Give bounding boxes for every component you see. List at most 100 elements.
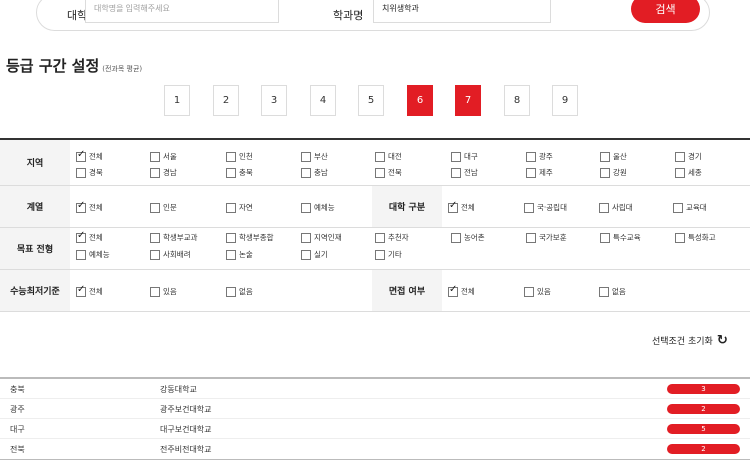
checkbox[interactable] <box>76 149 86 162</box>
region-option-4[interactable]: 대전 <box>375 151 402 162</box>
region-option-10[interactable]: 경남 <box>150 167 177 178</box>
checkbox[interactable] <box>448 284 458 297</box>
region-option-1[interactable]: 서울 <box>150 151 177 162</box>
checkbox[interactable] <box>301 232 311 243</box>
result-university-name[interactable]: 전주비전대학교 <box>160 444 212 455</box>
checkbox[interactable] <box>226 232 236 243</box>
checkbox[interactable] <box>301 167 311 178</box>
checkbox[interactable] <box>76 167 86 178</box>
checkbox[interactable] <box>150 151 160 162</box>
region-option-17[interactable]: 세종 <box>675 167 702 178</box>
checkbox[interactable] <box>599 202 609 213</box>
admission-option-4[interactable]: 추천자 <box>375 232 409 243</box>
track-option-1[interactable]: 인문 <box>150 202 177 213</box>
checkbox[interactable] <box>526 151 536 162</box>
region-option-13[interactable]: 전북 <box>375 167 402 178</box>
grade-button-7[interactable]: 7 <box>455 85 481 116</box>
checkbox[interactable] <box>600 167 610 178</box>
admission-option-2[interactable]: 학생부종합 <box>226 232 274 243</box>
admission-option-10[interactable]: 사회배려 <box>150 249 191 260</box>
reset-filters-button[interactable]: 선택조건 초기화 ↻ <box>652 333 728 348</box>
checkbox[interactable] <box>451 167 461 178</box>
checkbox[interactable] <box>301 249 311 260</box>
region-option-6[interactable]: 광주 <box>526 151 553 162</box>
search-button[interactable]: 검색 <box>631 0 700 23</box>
admission-option-8[interactable]: 특성화고 <box>675 232 716 243</box>
checkbox[interactable] <box>675 151 685 162</box>
region-option-9[interactable]: 경북 <box>76 167 103 178</box>
checkbox[interactable] <box>226 151 236 162</box>
admission-option-13[interactable]: 기타 <box>375 249 402 260</box>
region-option-14[interactable]: 전남 <box>451 167 478 178</box>
grade-button-9[interactable]: 9 <box>552 85 578 116</box>
region-option-2[interactable]: 인천 <box>226 151 253 162</box>
grade-button-6[interactable]: 6 <box>407 85 433 116</box>
region-option-8[interactable]: 경기 <box>675 151 702 162</box>
checkbox[interactable] <box>675 232 685 243</box>
admission-option-11[interactable]: 논술 <box>226 249 253 260</box>
checkbox[interactable] <box>76 249 86 260</box>
result-university-name[interactable]: 강동대학교 <box>160 384 197 395</box>
checkbox[interactable] <box>599 286 609 297</box>
checkbox[interactable] <box>226 202 236 213</box>
checkbox[interactable] <box>76 230 86 243</box>
region-option-12[interactable]: 충남 <box>301 167 328 178</box>
admission-option-1[interactable]: 학생부교과 <box>150 232 198 243</box>
checkbox[interactable] <box>524 286 534 297</box>
checkbox[interactable] <box>448 200 458 213</box>
admission-option-9[interactable]: 예체능 <box>76 249 110 260</box>
region-option-0[interactable]: 전체 <box>76 149 103 162</box>
interview-option-0[interactable]: 전체 <box>448 284 475 297</box>
result-university-name[interactable]: 광주보건대학교 <box>160 404 212 415</box>
track-option-2[interactable]: 자연 <box>226 202 253 213</box>
checkbox[interactable] <box>451 151 461 162</box>
checkbox[interactable] <box>673 202 683 213</box>
csat_min-option-0[interactable]: 전체 <box>76 284 103 297</box>
grade-button-3[interactable]: 3 <box>261 85 287 116</box>
region-option-7[interactable]: 울산 <box>600 151 627 162</box>
checkbox[interactable] <box>226 286 236 297</box>
interview-option-1[interactable]: 있음 <box>524 286 551 297</box>
admission-option-7[interactable]: 특수교육 <box>600 232 641 243</box>
checkbox[interactable] <box>301 151 311 162</box>
region-option-3[interactable]: 부산 <box>301 151 328 162</box>
univ_type-option-0[interactable]: 전체 <box>448 200 475 213</box>
result-row[interactable]: 충북 강동대학교 3 <box>0 379 750 399</box>
result-university-name[interactable]: 대구보건대학교 <box>160 424 212 435</box>
csat_min-option-2[interactable]: 없음 <box>226 286 253 297</box>
csat_min-option-1[interactable]: 있음 <box>150 286 177 297</box>
checkbox[interactable] <box>150 202 160 213</box>
region-option-11[interactable]: 충북 <box>226 167 253 178</box>
univ_type-option-2[interactable]: 사립대 <box>599 202 633 213</box>
checkbox[interactable] <box>150 249 160 260</box>
checkbox[interactable] <box>150 232 160 243</box>
region-option-15[interactable]: 제주 <box>526 167 553 178</box>
checkbox[interactable] <box>451 232 461 243</box>
checkbox[interactable] <box>226 167 236 178</box>
checkbox[interactable] <box>675 167 685 178</box>
result-row[interactable]: 대구 대구보건대학교 5 <box>0 419 750 439</box>
admission-option-3[interactable]: 지역인재 <box>301 232 342 243</box>
track-option-3[interactable]: 예체능 <box>301 202 335 213</box>
checkbox[interactable] <box>375 151 385 162</box>
checkbox[interactable] <box>150 167 160 178</box>
university-search-input[interactable] <box>85 0 279 23</box>
admission-option-0[interactable]: 전체 <box>76 230 103 243</box>
univ_type-option-3[interactable]: 교육대 <box>673 202 707 213</box>
admission-option-12[interactable]: 실기 <box>301 249 328 260</box>
checkbox[interactable] <box>526 167 536 178</box>
department-search-input[interactable] <box>373 0 551 23</box>
grade-button-1[interactable]: 1 <box>164 85 190 116</box>
checkbox[interactable] <box>375 249 385 260</box>
checkbox[interactable] <box>375 167 385 178</box>
checkbox[interactable] <box>226 249 236 260</box>
grade-button-8[interactable]: 8 <box>504 85 530 116</box>
univ_type-option-1[interactable]: 국·공립대 <box>524 202 567 213</box>
grade-button-5[interactable]: 5 <box>358 85 384 116</box>
checkbox[interactable] <box>301 202 311 213</box>
admission-option-5[interactable]: 농어촌 <box>451 232 485 243</box>
result-row[interactable]: 광주 광주보건대학교 2 <box>0 399 750 419</box>
interview-option-2[interactable]: 없음 <box>599 286 626 297</box>
track-option-0[interactable]: 전체 <box>76 200 103 213</box>
admission-option-6[interactable]: 국가보훈 <box>526 232 567 243</box>
